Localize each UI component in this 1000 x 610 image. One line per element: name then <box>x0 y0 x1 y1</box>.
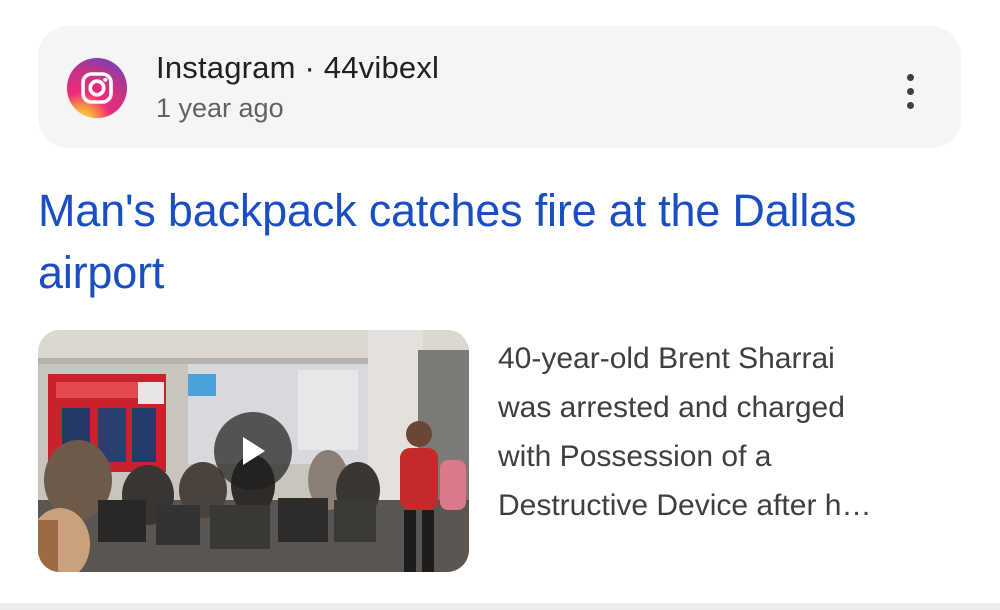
divider <box>0 603 1000 610</box>
source-bar[interactable]: Instagram · 44vibexl 1 year ago <box>38 26 961 148</box>
result-headline-link[interactable]: Man's backpack catches fire at the Dalla… <box>38 180 968 304</box>
snippet-line: with Possession of a <box>498 440 772 473</box>
snippet-line: was arrested and charged <box>498 391 845 424</box>
source-timestamp: 1 year ago <box>156 93 284 123</box>
snippet-line: Destructive Device after h… <box>498 489 872 522</box>
more-vertical-icon <box>906 73 914 81</box>
play-button[interactable] <box>214 412 292 490</box>
more-vertical-icon-dot <box>906 101 914 109</box>
result-snippet: 40-year-old Brent Sharrai was arrested a… <box>498 334 938 530</box>
more-options-button[interactable] <box>893 66 927 116</box>
video-thumbnail[interactable] <box>38 330 469 572</box>
play-icon <box>243 437 265 465</box>
instagram-logo-icon <box>66 57 128 119</box>
search-result-card: Instagram · 44vibexl 1 year ago Man's ba… <box>0 0 1000 610</box>
source-name[interactable]: Instagram · 44vibexl <box>156 50 439 86</box>
more-vertical-icon-dot <box>906 87 914 95</box>
snippet-line: 40-year-old Brent Sharrai <box>498 342 835 375</box>
